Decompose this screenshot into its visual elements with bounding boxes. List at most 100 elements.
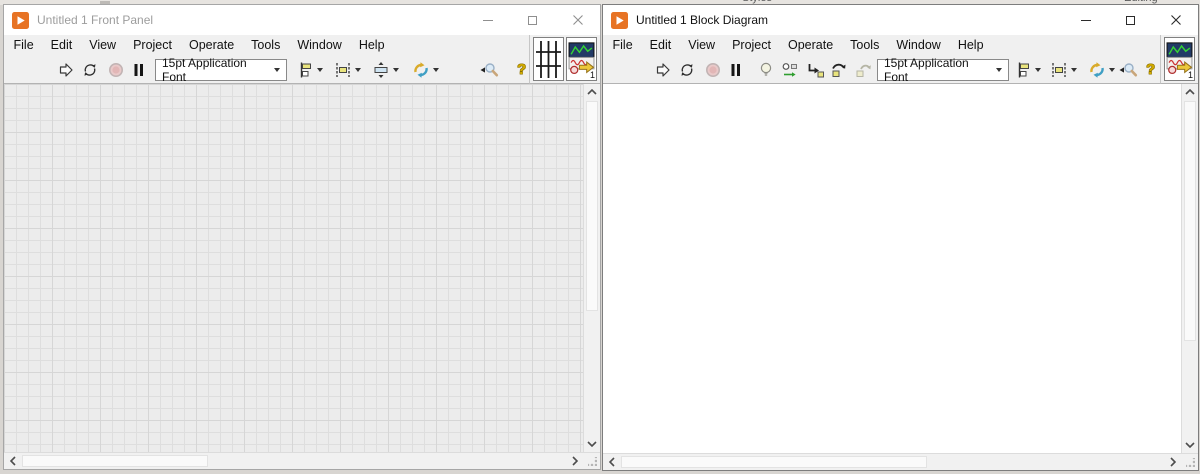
pause-button[interactable]	[726, 60, 746, 80]
menu-tools[interactable]: Tools	[243, 36, 289, 55]
abort-icon	[106, 60, 126, 80]
menu-operate[interactable]: Operate	[779, 36, 841, 55]
resize-grip[interactable]	[1181, 454, 1198, 470]
menu-window[interactable]: Window	[289, 36, 350, 55]
chevron-down-icon	[355, 68, 361, 72]
menu-project[interactable]: Project	[125, 36, 181, 55]
step-into-button[interactable]	[805, 60, 825, 80]
context-help-button[interactable]: ?	[517, 61, 526, 79]
search-button[interactable]	[479, 60, 499, 80]
vertical-scroll-thumb[interactable]	[1184, 101, 1196, 341]
front-panel-titlebar[interactable]: Untitled 1 Front Panel	[4, 5, 600, 35]
horizontal-scrollbar[interactable]	[4, 453, 583, 469]
close-button[interactable]	[555, 5, 600, 35]
context-help-icon: ?	[517, 61, 526, 79]
block-diagram-window: Untitled 1 Block Diagram File Edit View …	[602, 4, 1199, 471]
pause-button[interactable]	[129, 60, 149, 80]
horizontal-scroll-thumb[interactable]	[621, 456, 927, 468]
context-help-button[interactable]: ?	[1146, 61, 1155, 79]
horizontal-scrollbar[interactable]	[603, 454, 1181, 470]
scroll-down-button[interactable]	[584, 436, 601, 452]
run-continuously-button[interactable]	[80, 60, 100, 80]
front-panel-toolbar: 15pt Application Font ?	[4, 56, 529, 84]
font-selector[interactable]: 15pt Application Font	[155, 59, 287, 81]
step-out-icon	[853, 60, 873, 80]
menu-window[interactable]: Window	[888, 36, 949, 55]
menu-project[interactable]: Project	[724, 36, 780, 55]
desktop-background: Styles Editing Untitled 1 Front Panel Fi…	[0, 0, 1200, 474]
horizontal-scroll-thumb[interactable]	[22, 455, 208, 467]
vertical-scrollbar[interactable]	[583, 84, 600, 452]
vi-icon-button[interactable]: 1	[566, 37, 597, 81]
search-button[interactable]	[1118, 60, 1138, 80]
labview-logo-icon	[611, 12, 628, 29]
menu-view[interactable]: View	[81, 36, 125, 55]
vi-number: 1	[1188, 71, 1193, 80]
distribute-objects-button[interactable]	[1049, 60, 1077, 80]
highlight-execution-button[interactable]	[756, 60, 776, 80]
vi-icon-button[interactable]: 1	[1164, 37, 1195, 81]
scroll-right-button[interactable]	[1164, 454, 1181, 470]
scroll-down-button[interactable]	[1182, 437, 1199, 453]
resize-grip[interactable]	[583, 453, 600, 469]
font-selector[interactable]: 15pt Application Font	[877, 59, 1009, 81]
retain-wire-values-button[interactable]	[780, 60, 800, 80]
chevron-left-icon	[10, 456, 16, 466]
scroll-left-button[interactable]	[603, 454, 620, 470]
run-button[interactable]	[653, 60, 673, 80]
chevron-down-icon	[996, 68, 1002, 72]
close-button[interactable]	[1153, 5, 1198, 35]
abort-button[interactable]	[106, 60, 126, 80]
font-selector-value: 15pt Application Font	[884, 56, 996, 84]
block-diagram-titlebar[interactable]: Untitled 1 Block Diagram	[603, 5, 1198, 35]
minimize-button[interactable]	[1063, 5, 1108, 35]
chevron-down-icon	[1035, 68, 1041, 72]
front-panel-canvas[interactable]	[4, 84, 583, 452]
abort-icon	[703, 60, 723, 80]
align-objects-icon	[295, 60, 315, 80]
vi-number: 1	[590, 71, 595, 80]
menu-edit[interactable]: Edit	[42, 36, 81, 55]
menu-help[interactable]: Help	[949, 36, 992, 55]
maximize-button[interactable]	[510, 5, 555, 35]
menu-file[interactable]: File	[604, 36, 641, 55]
menu-edit[interactable]: Edit	[641, 36, 680, 55]
reorder-button[interactable]	[1087, 60, 1115, 80]
distribute-objects-icon	[333, 60, 353, 80]
reorder-icon	[411, 60, 431, 80]
menu-view[interactable]: View	[680, 36, 724, 55]
vertical-scrollbar[interactable]	[1181, 84, 1198, 453]
maximize-icon	[528, 16, 537, 25]
block-diagram-canvas[interactable]	[603, 84, 1181, 453]
menu-file[interactable]: File	[5, 36, 42, 55]
window-title: Untitled 1 Block Diagram	[636, 13, 768, 27]
scroll-left-button[interactable]	[4, 453, 21, 469]
menu-operate[interactable]: Operate	[180, 36, 242, 55]
distribute-objects-button[interactable]	[333, 60, 361, 80]
scroll-right-button[interactable]	[566, 453, 583, 469]
run-continuously-button[interactable]	[677, 60, 697, 80]
chevron-down-icon	[433, 68, 439, 72]
menu-tools[interactable]: Tools	[842, 36, 888, 55]
vertical-scroll-thumb[interactable]	[586, 101, 598, 311]
resize-objects-icon	[371, 60, 391, 80]
run-button[interactable]	[56, 60, 76, 80]
chevron-down-icon	[587, 441, 597, 447]
close-icon	[573, 15, 583, 25]
alignment-grid-icon	[535, 39, 562, 80]
scroll-up-button[interactable]	[584, 84, 601, 100]
abort-button[interactable]	[703, 60, 723, 80]
maximize-button[interactable]	[1108, 5, 1153, 35]
alignment-grid-button[interactable]	[533, 37, 564, 81]
block-diagram-menubar: File Edit View Project Operate Tools Win…	[603, 35, 1160, 56]
menu-help[interactable]: Help	[350, 36, 393, 55]
reorder-button[interactable]	[411, 60, 439, 80]
minimize-button[interactable]	[465, 5, 510, 35]
step-out-button[interactable]	[853, 60, 873, 80]
resize-objects-button[interactable]	[371, 60, 399, 80]
step-over-button[interactable]	[829, 60, 849, 80]
run-continuous-icon	[677, 60, 697, 80]
scroll-up-button[interactable]	[1182, 84, 1199, 100]
align-objects-button[interactable]	[295, 60, 323, 80]
align-objects-button[interactable]	[1013, 60, 1041, 80]
